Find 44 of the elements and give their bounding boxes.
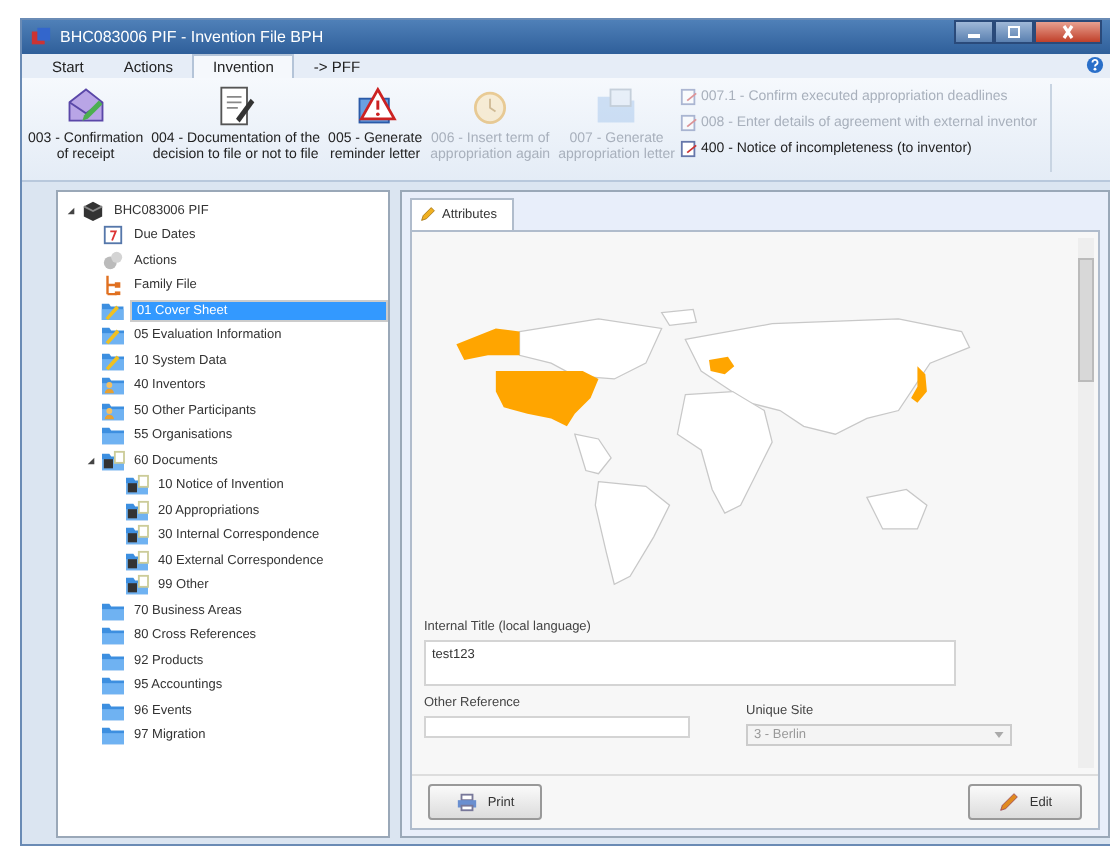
pencil-icon — [997, 792, 1020, 812]
folder-person-icon — [100, 399, 126, 422]
envelope-icon — [63, 84, 108, 128]
folder-pen-icon — [100, 349, 126, 372]
hierarchy-icon — [100, 274, 126, 297]
folder-icon — [100, 674, 126, 697]
folder-pen-icon — [100, 324, 126, 347]
folder-icon — [100, 649, 126, 672]
maximize-icon — [1004, 24, 1024, 40]
folder-letter-icon — [594, 84, 639, 128]
folder-person-icon — [100, 374, 126, 397]
dropdown-arrow-icon — [994, 732, 1004, 738]
folder-document-icon — [124, 574, 150, 597]
folder-document-icon — [124, 499, 150, 522]
gears-icon — [100, 249, 126, 272]
other-reference-field[interactable] — [424, 716, 690, 738]
warning-letter-icon — [353, 84, 398, 128]
folder-pen-icon — [99, 299, 125, 322]
expand-arrow-icon[interactable] — [66, 205, 76, 216]
pencil-icon — [420, 206, 436, 222]
document-icon — [680, 139, 699, 157]
window-title: BHC083006 PIF - Invention File BPH — [60, 28, 326, 46]
document-icon — [680, 113, 699, 131]
cube-icon — [80, 199, 106, 222]
printer-icon — [455, 792, 478, 812]
maximize-button[interactable] — [994, 20, 1034, 44]
folder-document-icon — [124, 524, 150, 547]
folder-icon — [100, 599, 126, 622]
folder-icon — [100, 699, 126, 722]
expand-arrow-icon[interactable] — [86, 455, 96, 466]
document-icon — [680, 87, 699, 105]
close-icon — [1058, 24, 1078, 40]
folder-document-icon — [100, 449, 126, 472]
app-icon — [30, 26, 52, 48]
folder-document-icon — [124, 549, 150, 572]
scrollbar[interactable] — [1078, 238, 1094, 768]
minimize-button[interactable] — [954, 20, 994, 44]
folder-icon — [100, 724, 126, 747]
folder-icon — [100, 624, 126, 647]
help-icon[interactable] — [1086, 56, 1104, 74]
folder-document-icon — [124, 474, 150, 497]
close-button[interactable] — [1034, 20, 1102, 44]
calendar-icon — [100, 224, 126, 247]
folder-icon — [100, 424, 126, 447]
